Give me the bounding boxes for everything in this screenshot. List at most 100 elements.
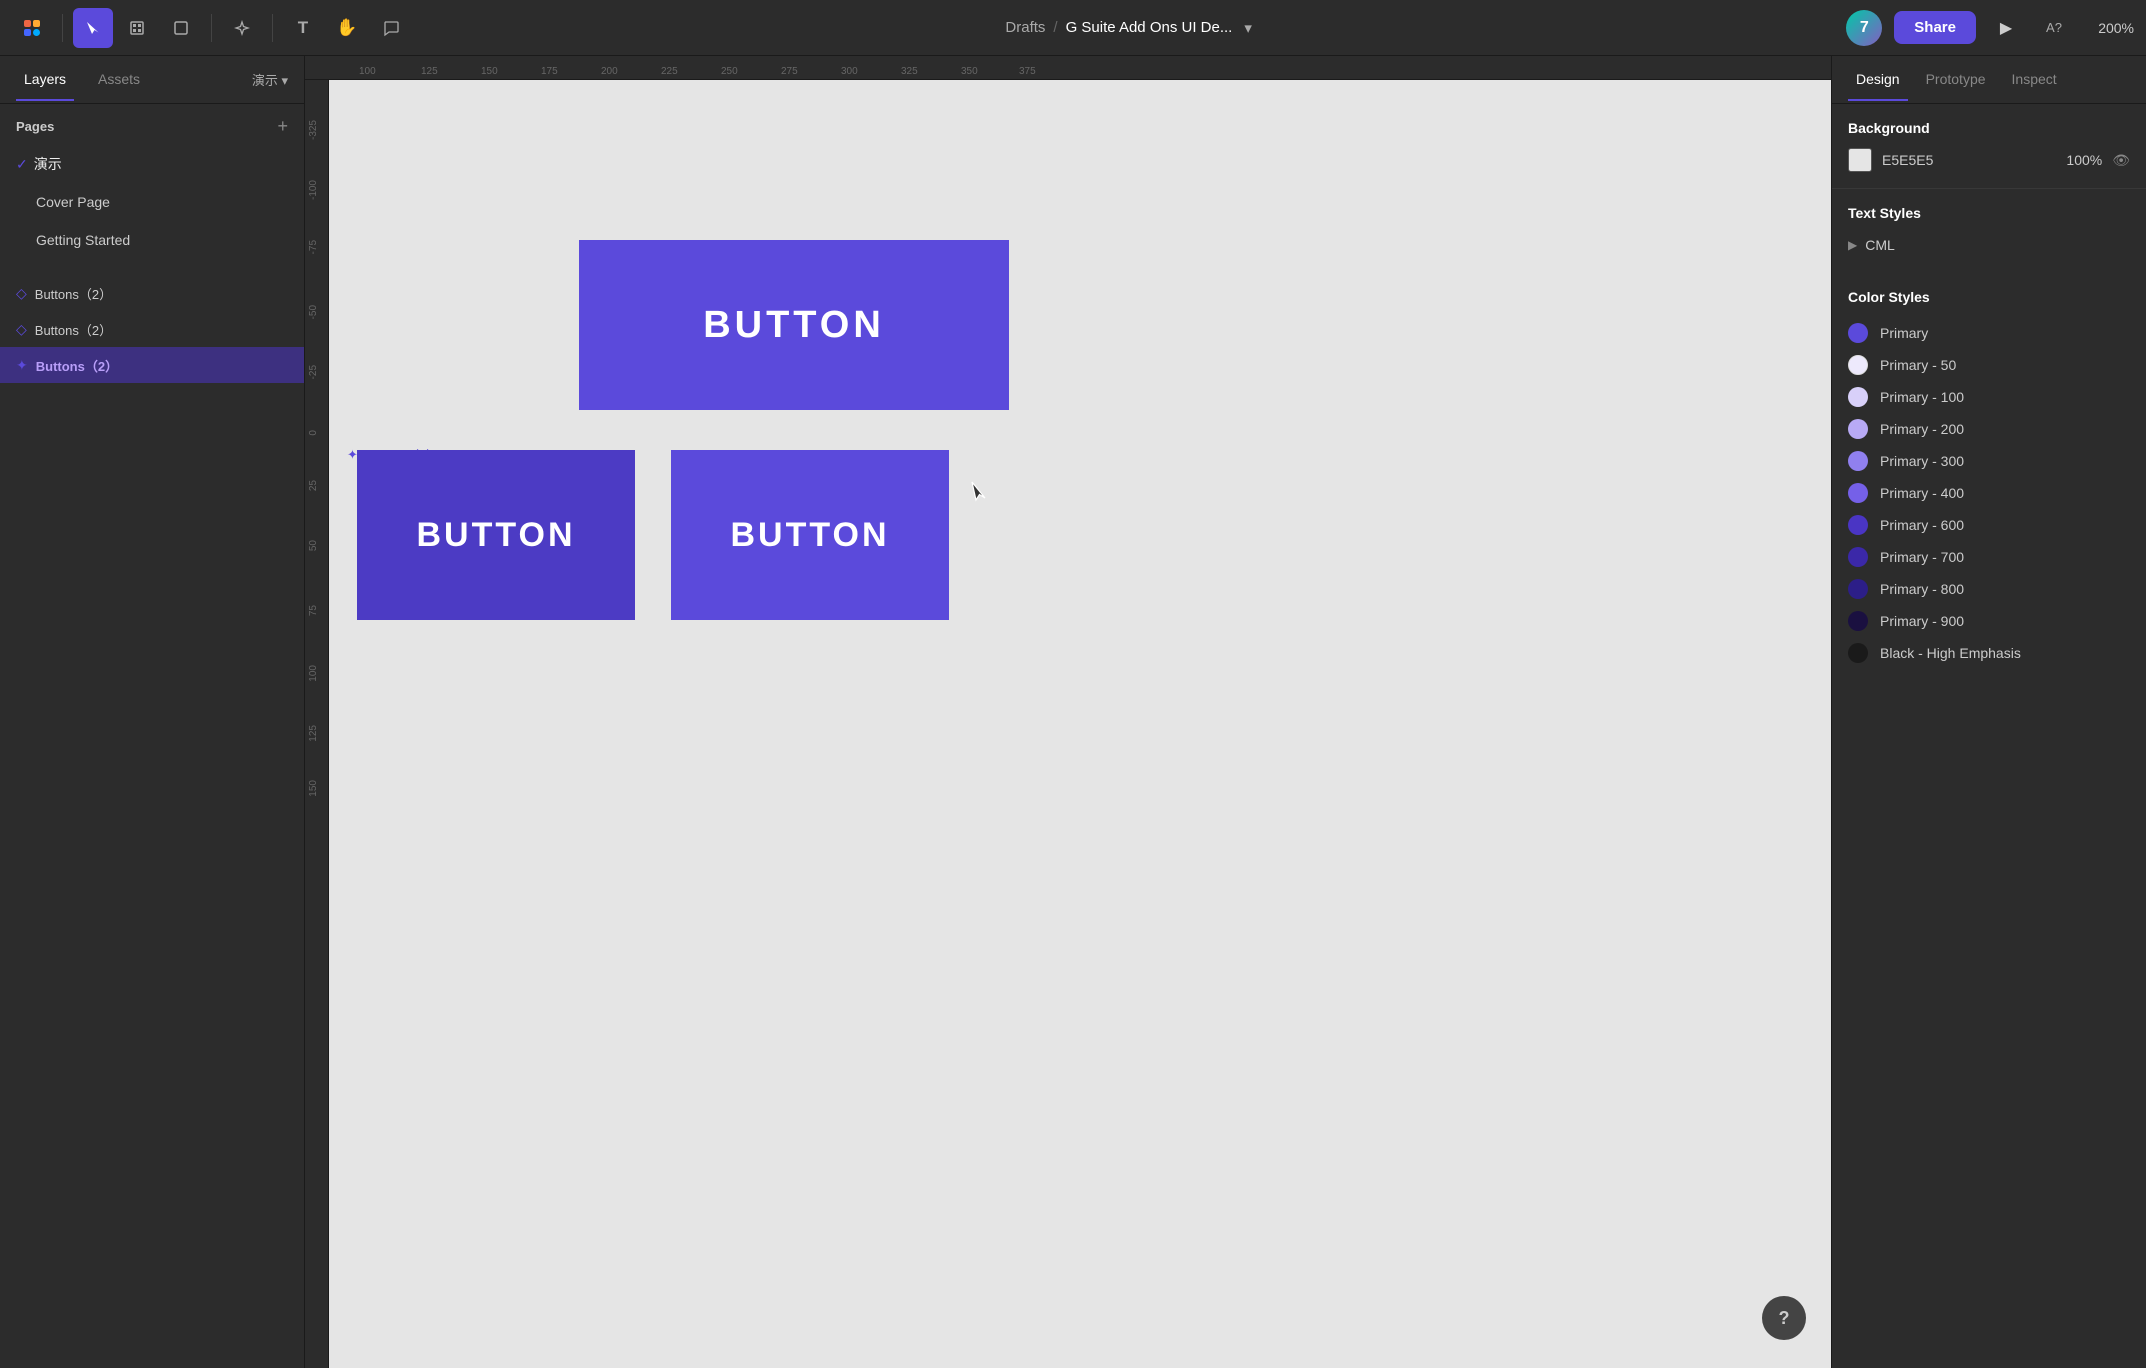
present-button[interactable]: ▶	[1988, 10, 2024, 46]
ruler-v-75: 75	[308, 605, 319, 616]
toolbar-right: 7 Share ▶ A? 200%	[1846, 10, 2134, 46]
color-dot-primary-400	[1848, 483, 1868, 503]
comment-tool-button[interactable]	[371, 8, 411, 48]
color-style-primary-100[interactable]: Primary - 100	[1848, 381, 2130, 413]
page-item-getting-started[interactable]: Getting Started	[0, 221, 304, 259]
color-dot-primary-600	[1848, 515, 1868, 535]
canvas-button-3-label: BUTTON	[730, 516, 889, 555]
pen-tool-button[interactable]	[222, 8, 262, 48]
cml-label: CML	[1865, 237, 1895, 253]
page-yanshi-label: 演示	[34, 154, 62, 174]
color-style-primary-200[interactable]: Primary - 200	[1848, 413, 2130, 445]
color-dot-primary-700	[1848, 547, 1868, 567]
text-styles-section: Text Styles ▶ CML	[1832, 189, 2146, 273]
visibility-toggle[interactable]: 👁	[2112, 152, 2130, 169]
ruler-v-0: 0	[308, 430, 319, 436]
color-style-primary-50[interactable]: Primary - 50	[1848, 349, 2130, 381]
text-tool-button[interactable]: T	[283, 8, 323, 48]
tab-inspect[interactable]: Inspect	[2004, 59, 2065, 101]
ruler-mark-250: 250	[721, 66, 738, 77]
breadcrumb-separator: /	[1053, 19, 1057, 36]
ruler-v-neg325: -325	[308, 120, 319, 140]
tab-layers[interactable]: Layers	[16, 59, 74, 101]
breadcrumb-drafts[interactable]: Drafts	[1005, 19, 1045, 36]
layers-section: ◇ Buttons（2） ◇ Buttons（2） ✦ Buttons（2）	[0, 275, 304, 1368]
demo-label[interactable]: 演示 ▾	[252, 70, 288, 89]
ruler-v-150: 150	[308, 780, 319, 797]
canvas-area[interactable]: 100 125 150 175 200 225 250 275 300 325 …	[305, 56, 1831, 1368]
page-cover-label: Cover Page	[36, 194, 110, 210]
tab-assets[interactable]: Assets	[90, 59, 148, 101]
canvas-button-2-label: BUTTON	[416, 516, 575, 555]
ruler-mark-300: 300	[841, 66, 858, 77]
background-opacity[interactable]: 100%	[2066, 152, 2102, 168]
layer-label-0: Buttons（2）	[35, 284, 112, 303]
right-panel-tabs: Design Prototype Inspect	[1832, 56, 2146, 104]
hand-tool-button[interactable]: ✋	[327, 8, 367, 48]
toolbar-sep-1	[62, 14, 63, 42]
layer-item-0[interactable]: ◇ Buttons（2）	[0, 275, 304, 311]
layer-label-2: Buttons（2）	[36, 356, 118, 375]
color-style-primary-600[interactable]: Primary - 600	[1848, 509, 2130, 541]
color-styles-section: Color Styles Primary Primary - 50 Primar…	[1832, 273, 2146, 685]
canvas-cursor	[969, 480, 991, 506]
text-styles-title: Text Styles	[1848, 205, 2130, 221]
color-style-primary-700[interactable]: Primary - 700	[1848, 541, 2130, 573]
tab-prototype[interactable]: Prototype	[1918, 59, 1994, 101]
cml-row[interactable]: ▶ CML	[1848, 233, 2130, 257]
canvas-button-3[interactable]: BUTTON	[671, 450, 949, 620]
layer-item-1[interactable]: ◇ Buttons（2）	[0, 311, 304, 347]
share-button[interactable]: Share	[1894, 11, 1976, 44]
color-style-black-high[interactable]: Black - High Emphasis	[1848, 637, 2130, 669]
background-row[interactable]: E5E5E5 100% 👁	[1848, 148, 2130, 172]
color-style-primary-300[interactable]: Primary - 300	[1848, 445, 2130, 477]
main-area: Layers Assets 演示 ▾ Pages + ✓ 演示 Cover Pa…	[0, 56, 2146, 1368]
color-style-label-primary-50: Primary - 50	[1880, 357, 1956, 373]
layer-item-2[interactable]: ✦ Buttons（2）	[0, 347, 304, 383]
help-button[interactable]: A?	[2036, 10, 2072, 46]
canvas-button-1[interactable]: BUTTON	[579, 240, 1009, 410]
breadcrumb-dropdown-arrow[interactable]: ▾	[1244, 19, 1252, 37]
toolbar-sep-3	[272, 14, 273, 42]
app-menu-button[interactable]	[12, 8, 52, 48]
zoom-level[interactable]: 200%	[2084, 20, 2134, 36]
ruler-v-neg100: -100	[308, 180, 319, 200]
star-icon-2: ✦	[16, 357, 28, 374]
background-color-swatch[interactable]	[1848, 148, 1872, 172]
ruler-mark-125: 125	[421, 66, 438, 77]
diamond-icon-1: ◇	[16, 321, 27, 338]
ruler-mark-100: 100	[359, 66, 376, 77]
color-dot-primary-800	[1848, 579, 1868, 599]
cml-expand-arrow[interactable]: ▶	[1848, 238, 1857, 252]
color-style-primary[interactable]: Primary	[1848, 317, 2130, 349]
diamond-icon-0: ◇	[16, 285, 27, 302]
ruler-mark-150: 150	[481, 66, 498, 77]
frame-tool-button[interactable]	[117, 8, 157, 48]
ruler-top: 100 125 150 175 200 225 250 275 300 325 …	[305, 56, 1831, 80]
canvas-content[interactable]: BUTTON ✦ Buttons（2） BUTTON BUTTON	[329, 80, 1831, 1368]
page-item-yanshi[interactable]: ✓ 演示	[0, 145, 304, 183]
breadcrumb-title[interactable]: G Suite Add Ons UI De...	[1066, 19, 1233, 36]
color-style-primary-800[interactable]: Primary - 800	[1848, 573, 2130, 605]
page-item-cover[interactable]: Cover Page	[0, 183, 304, 221]
page-getting-started-label: Getting Started	[36, 232, 130, 248]
color-style-primary-900[interactable]: Primary - 900	[1848, 605, 2130, 637]
add-page-button[interactable]: +	[277, 116, 288, 137]
select-tool-button[interactable]	[73, 8, 113, 48]
color-style-primary-400[interactable]: Primary - 400	[1848, 477, 2130, 509]
ruler-v-100: 100	[308, 665, 319, 682]
canvas-button-2[interactable]: BUTTON	[357, 450, 635, 620]
ruler-mark-225: 225	[661, 66, 678, 77]
color-style-label-black-high: Black - High Emphasis	[1880, 645, 2021, 661]
check-icon: ✓	[16, 156, 28, 173]
floating-help-button[interactable]: ?	[1762, 1296, 1806, 1340]
ruler-v-50: 50	[308, 540, 319, 551]
ruler-v-25: 25	[308, 480, 319, 491]
shape-tool-button[interactable]	[161, 8, 201, 48]
toolbar-sep-2	[211, 14, 212, 42]
background-color-hex[interactable]: E5E5E5	[1882, 152, 2056, 168]
tab-design[interactable]: Design	[1848, 59, 1908, 101]
ruler-mark-175: 175	[541, 66, 558, 77]
color-style-label-primary-600: Primary - 600	[1880, 517, 1964, 533]
toolbar: T ✋ Drafts / G Suite Add Ons UI De... ▾ …	[0, 0, 2146, 56]
